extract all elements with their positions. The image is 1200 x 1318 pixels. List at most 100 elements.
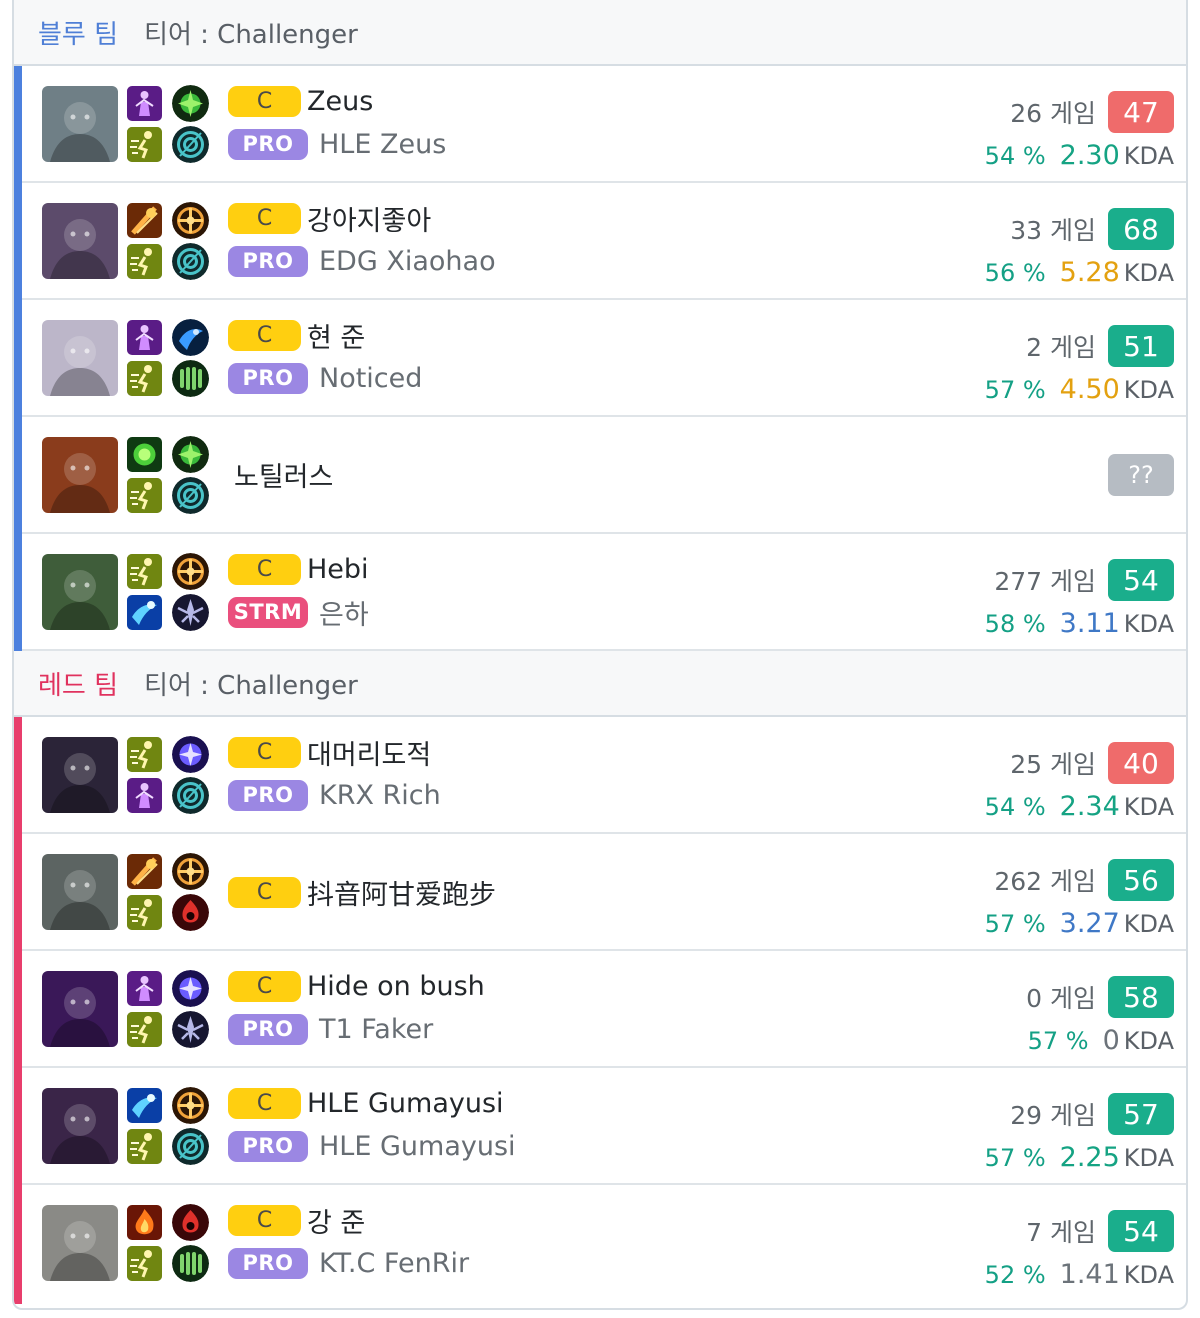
player-row[interactable]: C 抖音阿甘爱跑步 262 게임 56 57 % 3.27 KDA — [14, 834, 1186, 951]
winrate-kda: 58 % 3.11 KDA — [985, 608, 1174, 639]
player-row[interactable]: C강 준 PRO KT.C FenRir 7 게임 54 52 % 1.41 KDA — [14, 1185, 1186, 1304]
ghost-spell-icon — [127, 554, 162, 589]
green-rune-icon — [172, 85, 209, 122]
summoner-name[interactable]: 강 준 — [307, 1201, 365, 1240]
team-color-bar — [14, 1185, 22, 1304]
games-count: 7 게임 — [1026, 1218, 1096, 1247]
ghost-spell-icon — [127, 895, 162, 930]
team-name: 레드 팀 — [38, 670, 119, 701]
precision-rune-icon — [172, 853, 209, 890]
champion-portrait-icon[interactable] — [42, 320, 118, 396]
champion-portrait-icon[interactable] — [42, 1205, 118, 1281]
champion-portrait-icon[interactable] — [42, 203, 118, 279]
kda-value: 3.11 — [1059, 608, 1120, 639]
pro-badge: PRO — [228, 362, 308, 394]
champion-portrait-icon[interactable] — [42, 737, 118, 813]
purple-spell-icon — [127, 86, 162, 121]
win-rate: 54 % — [984, 142, 1046, 170]
player-row[interactable]: C 대머리도적 PRO KRX Rich 25 게임 40 54 % 2.34 KDA — [14, 717, 1186, 834]
win-rate: 57 % — [984, 376, 1046, 404]
resolve-rune-icon — [172, 360, 209, 397]
ghost-spell-icon — [127, 361, 162, 396]
kda-label: KDA — [1123, 1144, 1174, 1172]
champion-portrait-icon[interactable] — [42, 554, 118, 630]
pro-player-name[interactable]: Noticed — [319, 363, 422, 394]
team-color-bar — [14, 417, 22, 534]
ghost-spell-icon — [127, 1246, 162, 1281]
rank-badge: C — [228, 1087, 301, 1119]
winrate-kda: 57 % 2.25 KDA — [985, 1142, 1174, 1173]
inspiration-rune-icon — [172, 777, 209, 814]
champion-portrait-icon[interactable] — [42, 437, 118, 513]
win-rate: 57 % — [984, 1144, 1046, 1172]
score-badge: 68 — [1108, 208, 1174, 250]
champion-portrait-icon[interactable] — [42, 971, 118, 1047]
pro-name-line: PRO HLE Gumayusi — [228, 1128, 516, 1164]
player-row[interactable]: C Hebi STRM 은하 277 게임 54 58 % 3.11 KDA — [14, 534, 1186, 651]
player-row[interactable]: C 강아지좋아 PRO EDG Xiaohao 33 게임 68 56 % 5.28 KDA — [14, 183, 1186, 300]
player-row[interactable]: C현 준 PRO Noticed 2 게임 51 57 % 4.50 KDA — [14, 300, 1186, 417]
pro-player-name[interactable]: T1 Faker — [319, 1014, 433, 1045]
kda-value: 1.41 — [1059, 1259, 1120, 1290]
score-badge: 54 — [1108, 1210, 1174, 1252]
summoner-name[interactable]: HLE Gumayusi — [307, 1088, 504, 1119]
games-count: 29 게임 — [1010, 1101, 1096, 1130]
summoner-name[interactable]: 현 준 — [307, 316, 365, 355]
player-row[interactable]: C Zeus PRO HLE Zeus 26 게임 47 54 % 2.30 KDA — [14, 66, 1186, 183]
team-color-bar — [14, 66, 22, 183]
pro-player-name[interactable]: KRX Rich — [319, 780, 441, 811]
player-name-line: C강 준 — [228, 1201, 365, 1240]
player-row[interactable]: C Hide on bush PRO T1 Faker 0 게임 58 57 % 0 KDA — [14, 951, 1186, 1068]
summoner-name[interactable]: Hebi — [307, 554, 369, 585]
games-count: 26 게임 — [1010, 99, 1096, 128]
games-count: 262 게임 — [994, 867, 1096, 896]
champion-portrait-icon[interactable] — [42, 1088, 118, 1164]
winrate-kda: 56 % 5.28 KDA — [985, 257, 1174, 288]
games-score: 2 게임 51 — [1026, 325, 1174, 367]
rank-badge: C — [228, 736, 301, 768]
pro-name-line: PRO EDG Xiaohao — [228, 243, 496, 279]
champion-portrait-icon[interactable] — [42, 854, 118, 930]
summoner-name[interactable]: Zeus — [307, 86, 373, 117]
player-row[interactable]: 노틸러스?? — [14, 417, 1186, 534]
pro-badge: PRO — [228, 1247, 308, 1279]
pro-player-name[interactable]: 은하 — [319, 593, 369, 632]
pro-player-name[interactable]: KT.C FenRir — [319, 1248, 469, 1279]
blue-rune-icon — [172, 319, 209, 356]
ghost-spell-icon — [127, 127, 162, 162]
purple-spell-icon — [127, 320, 162, 355]
player-row[interactable]: C HLE Gumayusi PRO HLE Gumayusi 29 게임 57 57 % 2… — [14, 1068, 1186, 1185]
summoner-name[interactable]: 강아지좋아 — [307, 199, 431, 238]
domination-rune-icon — [172, 594, 209, 631]
summoner-name[interactable]: Hide on bush — [307, 971, 485, 1002]
flash-spell-icon — [127, 595, 162, 630]
winrate-kda: 52 % 1.41 KDA — [985, 1259, 1174, 1290]
pro-player-name[interactable]: EDG Xiaohao — [319, 246, 496, 277]
player-name-line: C Zeus — [228, 83, 373, 119]
player-name-line: C 抖音阿甘爱跑步 — [228, 873, 496, 912]
player-name-line: C 강아지좋아 — [228, 199, 431, 238]
precision-rune-icon — [172, 553, 209, 590]
win-rate: 52 % — [984, 1261, 1046, 1289]
team-color-bar — [14, 1068, 22, 1185]
team-header: 레드 팀 티어 : Challenger — [14, 651, 1186, 717]
rank-badge: C — [228, 876, 301, 908]
green-rune-icon — [172, 436, 209, 473]
champion-portrait-icon[interactable] — [42, 86, 118, 162]
kda-value: 3.27 — [1059, 908, 1120, 939]
summoner-name[interactable]: 노틸러스 — [234, 455, 333, 494]
summoner-name[interactable]: 대머리도적 — [307, 733, 431, 772]
games-count: 277 게임 — [994, 567, 1096, 596]
pro-name-line: PRO KRX Rich — [228, 777, 441, 813]
summoner-name[interactable]: 抖音阿甘爱跑步 — [307, 873, 496, 912]
pro-player-name[interactable]: HLE Zeus — [319, 129, 446, 160]
team-color-bar — [14, 183, 22, 300]
kda-value: 4.50 — [1059, 374, 1120, 405]
pro-player-name[interactable]: HLE Gumayusi — [319, 1131, 516, 1162]
kda-label: KDA — [1123, 610, 1174, 638]
inspiration-rune-icon — [172, 126, 209, 163]
pro-badge: PRO — [228, 1130, 308, 1162]
player-name-line: C Hide on bush — [228, 968, 485, 1004]
blue-team-section: 블루 팀 티어 : Challenger C Zeus PRO HLE Zeus 26 게임… — [14, 0, 1186, 651]
team-tier: 티어 : Challenger — [144, 670, 358, 701]
